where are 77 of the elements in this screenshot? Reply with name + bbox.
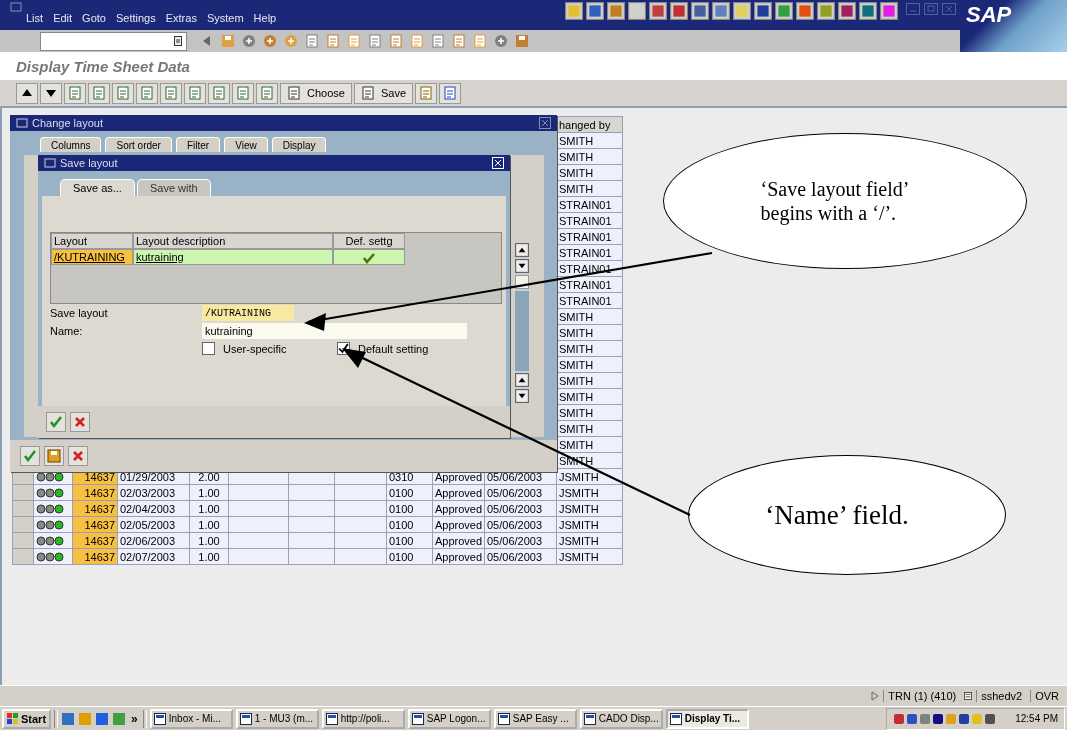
taskbar-button[interactable]: CADO Disp... [579,708,663,729]
column-header[interactable]: Layout [51,233,133,249]
table-cell: JSMITH [556,516,623,533]
column-header[interactable]: Def. settg [333,233,405,249]
tab[interactable]: Save as... [60,179,135,196]
menu-item[interactable]: Goto [82,12,106,24]
table-cell: JSMITH [556,532,623,549]
dialog-title: Save layout [60,157,118,169]
menu-item[interactable]: List [26,12,44,24]
screen-title: Display Time Sheet Data [16,57,190,75]
table-cell: JSMITH [556,484,623,501]
menu-item[interactable]: System [206,12,244,24]
table-cell: JSMITH [556,548,623,565]
dialog-title: Change layout [32,117,103,129]
table-cell: 02/04/2003 [117,500,190,517]
status-field: sshedv2 [976,690,1027,702]
taskbar-button[interactable]: Display Ti... [665,708,749,729]
table-cell: 05/06/2003 [484,516,557,533]
table-cell: 02/05/2003 [117,516,190,533]
callout-text: ‘Name’ field. [765,498,909,532]
checkbox[interactable]: User-specific [202,342,337,355]
table-cell: 02/06/2003 [117,532,190,549]
table-cell: 0100 [386,484,433,501]
toolbar-button[interactable]: Choose [280,82,352,104]
checkbox-label: User-specific [223,342,287,355]
table-cell: 1.00 [189,548,229,565]
table-cell: 0100 [386,500,433,517]
column-header[interactable]: Layout description [133,233,333,249]
table-cell: Approved [432,548,485,565]
toolbar-button[interactable]: Save [353,82,413,104]
field-label: Save layout [50,307,109,319]
input-field[interactable]: /KUTRAINING [202,305,294,321]
callout-text: ‘Save layout field’ begins with a ‘/’. [760,177,910,225]
table-cell: 05/06/2003 [484,500,557,517]
status-field: TRN (1) (410) [883,690,961,702]
tab[interactable]: Save with [136,179,211,196]
tab[interactable]: Display [271,137,327,152]
menu-item[interactable]: Help [253,12,277,24]
table-cell[interactable]: /KUTRAINING [51,249,133,265]
table-cell: Approved [432,516,485,533]
table-cell: Approved [432,484,485,501]
taskbar-button[interactable]: SAP Logon... [407,708,491,729]
taskbar-button[interactable]: http://poli... [321,708,405,729]
logo: SAP [966,2,1012,28]
taskbar-button[interactable]: Inbox - Mi... [149,708,233,729]
field-label: Name: [50,325,84,337]
table-cell: 05/06/2003 [484,548,557,565]
table-cell: Approved [432,500,485,517]
taskbar-button[interactable]: 1 - MU3 (m... [235,708,319,729]
table-cell: JSMITH [556,500,623,517]
table-cell: 1.00 [189,484,229,501]
column-header[interactable]: hanged by [556,116,623,133]
input-field[interactable]: kutraining [202,323,467,339]
table-cell: 0100 [386,532,433,549]
table-cell: 05/06/2003 [484,532,557,549]
tab[interactable]: Sort order [105,137,172,152]
table-cell[interactable]: kutraining [133,249,333,265]
menu-item[interactable]: Edit [53,12,73,24]
menu-item[interactable]: Settings [115,12,156,24]
tab[interactable]: Filter [175,137,221,152]
tab[interactable]: Columns [40,137,102,152]
table-cell: 02/07/2003 [117,548,190,565]
menu-item[interactable]: Extras [165,12,197,24]
table-cell: 0100 [386,516,433,533]
start-button[interactable]: Start [2,708,52,729]
more-icon[interactable]: » [129,711,140,726]
tab[interactable]: View [224,137,268,152]
status-field: OVR [1030,690,1063,702]
table-cell: 02/03/2003 [117,484,190,501]
table-cell: Approved [432,532,485,549]
clock: 12:54 PM [1015,713,1058,724]
table-cell: 1.00 [189,500,229,517]
table-cell: 05/06/2003 [484,484,557,501]
table-cell: 1.00 [189,532,229,549]
table-cell: 1.00 [189,516,229,533]
taskbar-button[interactable]: SAP Easy ... [493,708,577,729]
table-cell: 0100 [386,548,433,565]
